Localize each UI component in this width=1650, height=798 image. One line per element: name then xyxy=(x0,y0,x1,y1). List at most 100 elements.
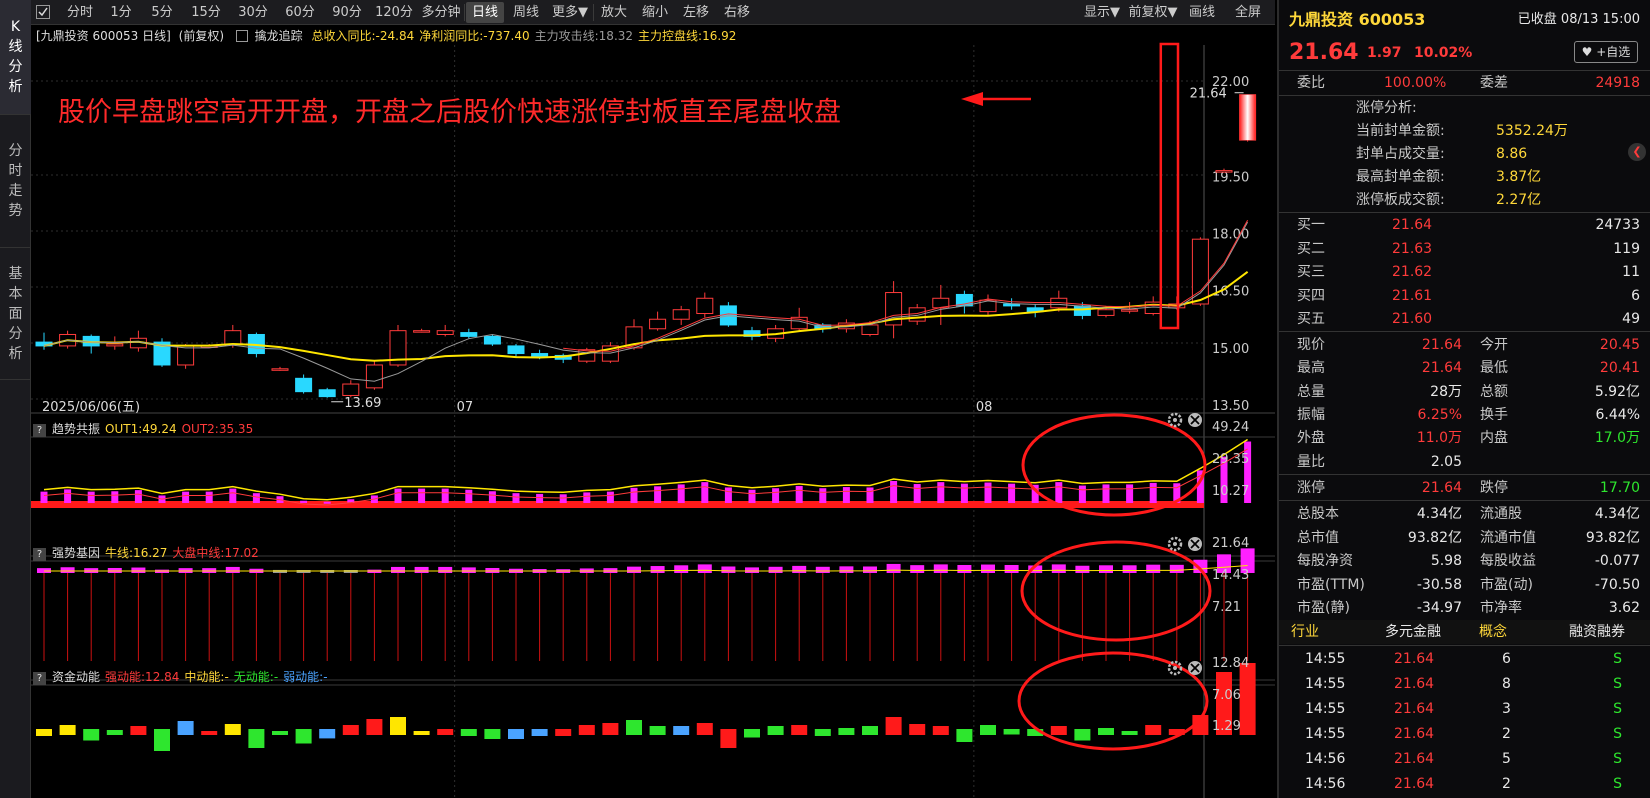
tick-row: 14:55 21.64 2 S xyxy=(1279,722,1650,746)
tick-side: S xyxy=(1613,701,1622,717)
toolbar-right-btn-2[interactable]: 画线 xyxy=(1182,2,1222,23)
chart-header-name: [九鼎投资 600053 日线] xyxy=(36,29,171,43)
control-line xyxy=(43,270,1249,362)
tag-item[interactable]: 多元金融 xyxy=(1385,620,1441,644)
stat-value: 6.44% xyxy=(1595,406,1640,423)
vtab-char: 基 xyxy=(8,265,23,282)
price-change: 1.97 xyxy=(1367,45,1402,61)
toolbar-btn-6[interactable]: 90分 xyxy=(325,2,369,23)
watchlist-button[interactable]: ♥ +自选 xyxy=(1574,41,1638,63)
price-change-pct: 10.02% xyxy=(1414,45,1473,61)
oscillator-bar xyxy=(111,491,119,503)
toolbar-btn-1[interactable]: 1分 xyxy=(102,2,140,23)
toolbar-btn-11[interactable]: 更多▼ xyxy=(548,2,592,23)
quote-divider xyxy=(1279,474,1650,475)
toolbar-btn-13[interactable]: 缩小 xyxy=(636,2,674,23)
vtab-fundamental[interactable]: 基本面分析 xyxy=(0,248,31,380)
toolbar-right-btn-0[interactable]: 显示▼ xyxy=(1080,2,1124,23)
panel-close-icon[interactable] xyxy=(1188,413,1202,427)
momentum-bar xyxy=(437,729,454,735)
tick-row: 14:55 21.64 3 S xyxy=(1279,697,1650,721)
tick-price: 21.64 xyxy=(1394,651,1435,667)
tag-item[interactable]: 概念 xyxy=(1479,620,1507,644)
bid-price: 21.62 xyxy=(1392,264,1433,280)
gene-bar xyxy=(1122,565,1137,573)
oscillator-bar xyxy=(701,482,709,503)
gene-bar xyxy=(1075,565,1090,573)
tick-time: 14:55 xyxy=(1305,676,1346,692)
oscillator-bar xyxy=(323,501,331,504)
toolbar-btn-15[interactable]: 右移 xyxy=(718,2,756,23)
toolbar-btn-14[interactable]: 左移 xyxy=(677,2,715,23)
tick-side: S xyxy=(1613,651,1622,667)
oscillator-bar xyxy=(795,485,803,503)
vtab-intraday[interactable]: 分时走势 xyxy=(0,115,31,248)
limit-price-value: 17.70 xyxy=(1599,480,1640,496)
momentum-bar xyxy=(909,724,926,735)
help-icon[interactable]: ? xyxy=(33,672,46,685)
toolbar-btn-12[interactable]: 放大 xyxy=(595,2,633,23)
weibi-value: 100.00% xyxy=(1384,75,1447,91)
stat-label: 最高 xyxy=(1297,360,1325,377)
panel-value: 大盘中线:17.02 xyxy=(172,546,259,560)
oscillator-bar xyxy=(866,487,874,503)
toolbar-btn-5[interactable]: 60分 xyxy=(278,2,322,23)
oscillator-bar xyxy=(87,491,95,503)
collapse-arrow-icon[interactable]: ❮ xyxy=(1628,143,1646,161)
indicator-checkbox-icon[interactable] xyxy=(235,30,248,42)
vtab-char: 线 xyxy=(8,39,23,55)
help-icon[interactable]: ? xyxy=(33,424,46,437)
oscillator-bar xyxy=(182,491,190,503)
toolbar-checkbox[interactable] xyxy=(35,2,51,23)
tick-volume: 5 xyxy=(1502,751,1511,767)
toolbar-right-btn-1[interactable]: 前复权▼ xyxy=(1127,2,1179,23)
limit-row: 当前封单金额: 5352.24万 xyxy=(1279,119,1650,143)
limit-price-label: 涨停 xyxy=(1297,480,1325,496)
toolbar-btn-4[interactable]: 30分 xyxy=(231,2,275,23)
tick-price: 21.64 xyxy=(1394,751,1435,767)
market-status: 已收盘 08/13 15:00 xyxy=(1517,12,1640,27)
fundamental-value: -30.58 xyxy=(1416,576,1462,593)
panel-settings-icon[interactable] xyxy=(1167,412,1183,428)
bid-price: 21.60 xyxy=(1392,311,1433,327)
bid-volume: 119 xyxy=(1613,240,1640,257)
tag-item[interactable]: 融资融券 xyxy=(1569,620,1625,644)
toolbar-btn-0[interactable]: 分时 xyxy=(61,2,99,23)
fundamental-value: -70.50 xyxy=(1594,576,1640,593)
panel-close-icon[interactable] xyxy=(1188,537,1202,551)
fundamental-label: 市盈(动) xyxy=(1480,576,1533,593)
oscillator-bar xyxy=(441,488,449,503)
fundamental-label: 每股净资 xyxy=(1297,553,1353,569)
fundamental-label: 市净率 xyxy=(1480,600,1522,616)
vtab-kline[interactable]: K线分析 xyxy=(0,0,31,115)
panel2-axis-label: 21.64 xyxy=(1212,536,1249,551)
panel-settings-icon[interactable] xyxy=(1167,536,1183,552)
vtab-char: 时 xyxy=(8,163,23,179)
chart-header-indicator: 擒龙追踪 xyxy=(254,29,303,43)
momentum-bar xyxy=(224,724,241,735)
toolbar-btn-2[interactable]: 5分 xyxy=(143,2,181,23)
momentum-bar xyxy=(201,731,218,735)
fundamental-label: 流通市值 xyxy=(1480,529,1536,546)
stat-label: 换手 xyxy=(1480,406,1508,423)
toolbar-btn-10[interactable]: 周线 xyxy=(507,2,545,23)
last-price: 21.64 xyxy=(1289,40,1359,65)
candle-body xyxy=(436,330,454,335)
tag-item[interactable]: 行业 xyxy=(1291,620,1319,644)
oscillator-bar xyxy=(1078,485,1086,503)
oscillator-bar xyxy=(229,488,237,503)
toolbar-btn-7[interactable]: 120分 xyxy=(372,2,416,23)
candle-body xyxy=(1097,309,1115,316)
toolbar-btn-9[interactable]: 日线 xyxy=(466,2,504,23)
help-icon[interactable]: ? xyxy=(33,548,46,561)
panel-close-icon[interactable] xyxy=(1188,661,1202,675)
toolbar-btn-8[interactable]: 多分钟 xyxy=(419,2,463,23)
candle-body xyxy=(106,343,124,347)
toolbar-right-btn-3[interactable]: 全屏 xyxy=(1225,2,1271,23)
oscillator-bar xyxy=(819,488,827,503)
toolbar-btn-3[interactable]: 15分 xyxy=(184,2,228,23)
toolbar-separator xyxy=(464,4,465,21)
panel3-axis-label: 12.84 xyxy=(1212,656,1249,671)
candle-body xyxy=(177,345,195,366)
oscillator-bar xyxy=(913,484,921,503)
